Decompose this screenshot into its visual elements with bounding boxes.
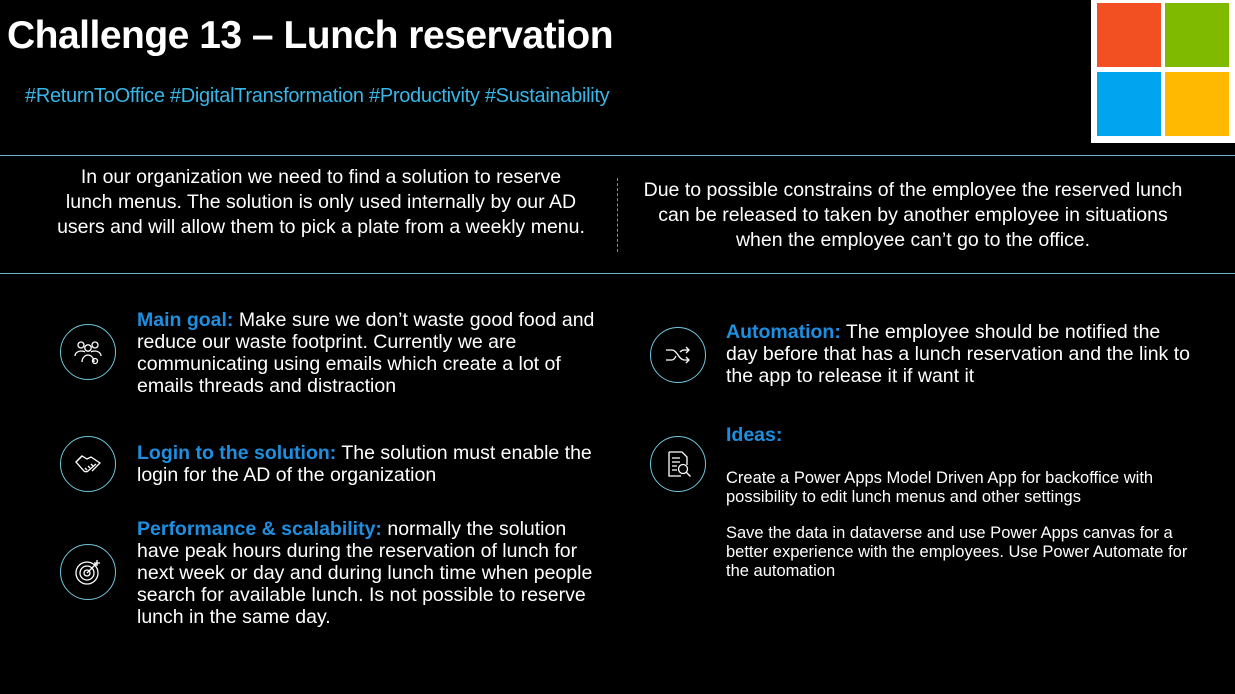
performance-heading: Performance & scalability: [137, 518, 382, 540]
login-block: Login to the solution: The solution must… [137, 442, 597, 486]
logo-blue-square [1097, 72, 1161, 136]
performance-block: Performance & scalability: normally the … [137, 518, 597, 628]
ideas-heading: Ideas: [726, 424, 783, 446]
ideas-text-1: Create a Power Apps Model Driven App for… [726, 469, 1154, 506]
automation-block: Automation: The employee should be notif… [726, 321, 1196, 387]
vertical-divider [617, 178, 618, 252]
target-icon [60, 544, 116, 600]
logo-green-square [1165, 3, 1229, 67]
automation-heading: Automation: [726, 321, 841, 343]
page-title: Challenge 13 – Lunch reservation [7, 14, 614, 57]
microsoft-logo [1091, 0, 1235, 143]
intro-left-text: In our organization we need to find a so… [57, 166, 585, 238]
logo-yellow-square [1165, 72, 1229, 136]
login-heading: Login to the solution: [137, 442, 337, 464]
document-search-icon [650, 436, 706, 492]
divider-top [0, 155, 1235, 156]
main-goal-heading: Main goal: [137, 309, 234, 331]
people-icon [60, 324, 116, 380]
logo-red-square [1097, 3, 1161, 67]
ideas-text-2: Save the data in dataverse and use Power… [726, 524, 1188, 580]
hashtags: #ReturnToOffice #DigitalTransformation #… [25, 85, 610, 107]
main-goal-block: Main goal: Make sure we don’t waste good… [137, 309, 597, 397]
shuffle-icon [650, 327, 706, 383]
handshake-icon [60, 436, 116, 492]
divider-bottom [0, 273, 1235, 274]
intro-right-text: Due to possible constrains of the employ… [643, 179, 1183, 251]
